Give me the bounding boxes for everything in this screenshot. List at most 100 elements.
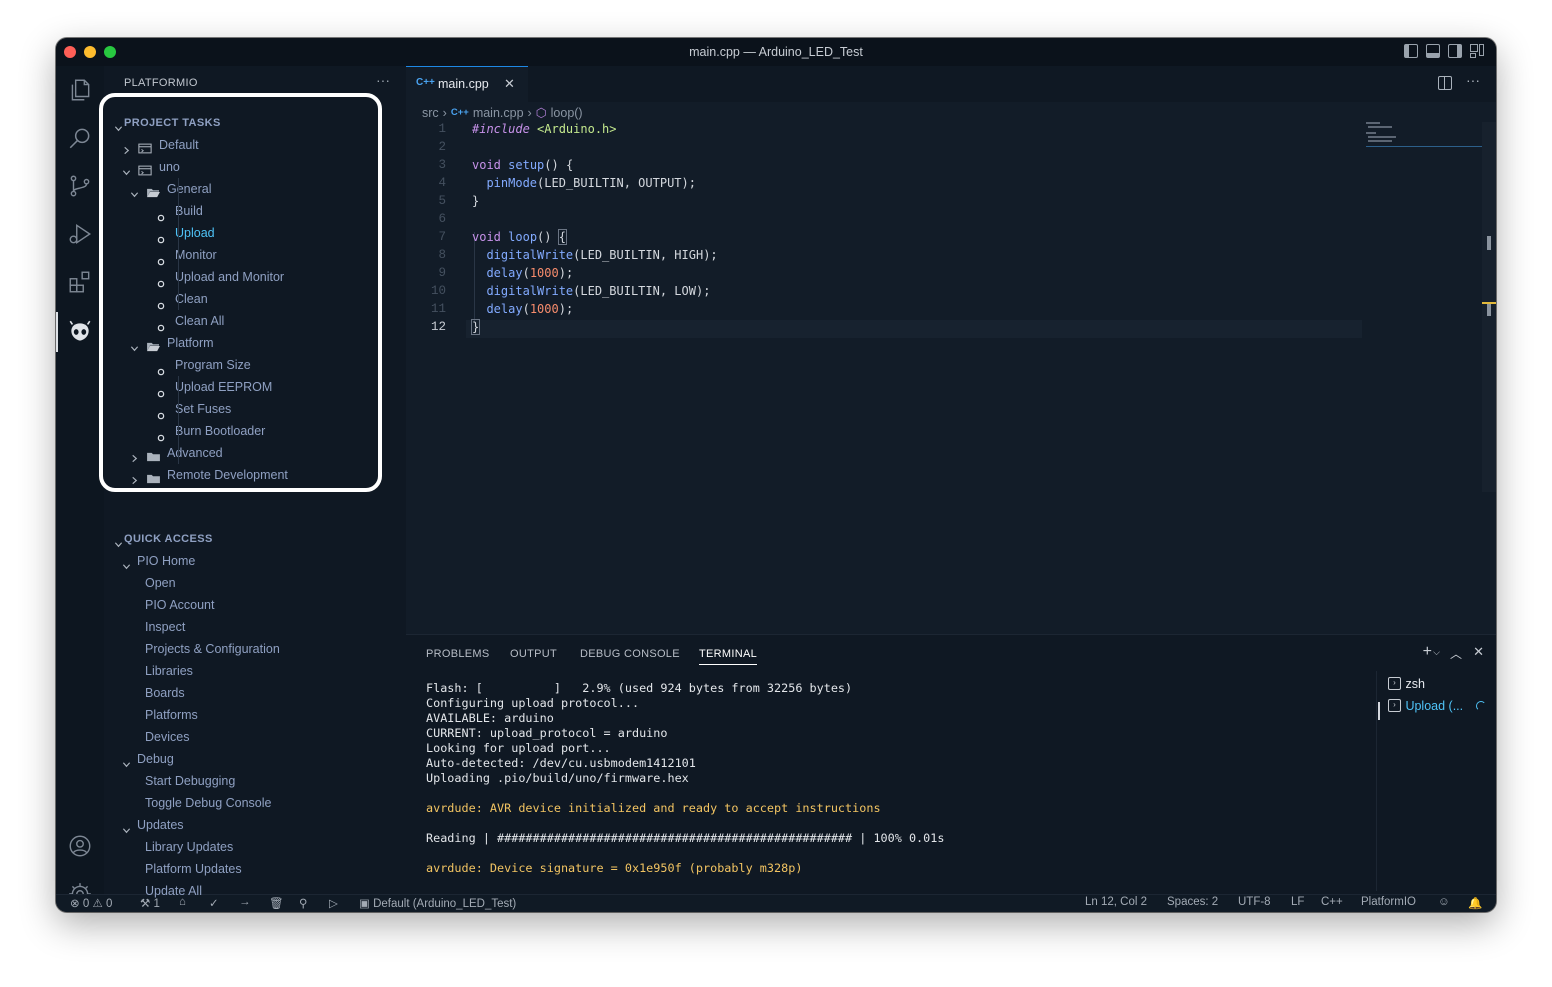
sidebar-more-actions-button[interactable]: ··· [376,72,390,88]
toggle-secondary-sidebar-icon[interactable] [1448,44,1462,58]
terminal-line: Looking for upload port... [426,741,611,755]
feedback-icon[interactable]: ☺ [1438,896,1450,908]
task-clean[interactable]: Clean [104,288,404,310]
section-quick-access[interactable]: QUICK ACCESS [104,528,404,550]
task-build[interactable]: Build [104,200,404,222]
search-icon[interactable] [64,122,96,154]
section-project-tasks[interactable]: PROJECT TASKS [104,112,404,134]
panel-tab-debug-console[interactable]: DEBUG CONSOLE [580,648,680,660]
line-number: 9 [438,266,446,280]
terminal-icon: › [1388,699,1401,713]
indentation-status[interactable]: Spaces: 2 [1167,896,1218,908]
quick-open-label: Open [145,576,176,590]
breadcrumb-symbol[interactable]: loop() [551,106,583,120]
group-updates[interactable]: Updates [104,814,404,836]
folder-general-label: General [167,182,212,196]
terminal-line: Flash: [ ] 2.9% (used 924 bytes from 322… [426,681,853,695]
terminal-line: CURRENT: upload_protocol = arduino [426,726,668,740]
quick-pio-account[interactable]: PIO Account [104,594,404,616]
panel-tab-problems[interactable]: PROBLEMS [426,648,490,660]
quick-update-all-label: Update All [145,884,202,898]
platformio-status[interactable]: PlatformIO [1361,896,1416,908]
extensions-icon[interactable] [64,266,96,298]
task-monitor[interactable]: Monitor [104,244,404,266]
task-program-size-label: Program Size [175,358,251,372]
encoding-status[interactable]: UTF-8 [1238,896,1271,908]
task-set-fuses[interactable]: Set Fuses [104,398,404,420]
quick-boards[interactable]: Boards [104,682,404,704]
env-default[interactable]: Default [104,134,404,156]
panel-tab-output[interactable]: OUTPUT [510,648,557,660]
quick-inspect[interactable]: Inspect [104,616,404,638]
quick-toggle-debug-console[interactable]: Toggle Debug Console [104,792,404,814]
run-and-debug-icon[interactable] [64,218,96,250]
tab-main-cpp[interactable]: C++ main.cpp ✕ [406,66,528,102]
source-control-icon[interactable] [64,170,96,202]
title-bar: main.cpp — Arduino_LED_Test [56,38,1496,66]
code-line: pinMode(LED_BUILTIN, OUTPUT); [486,176,696,190]
customize-layout-icon[interactable] [1470,44,1484,58]
eol-status[interactable]: LF [1291,896,1304,908]
close-tab-icon[interactable]: ✕ [504,76,515,92]
task-upload[interactable]: Upload [104,222,404,244]
task-upload-and-monitor[interactable]: Upload and Monitor [104,266,404,288]
editor-area: C++ main.cpp ✕ ··· src › C++ main.cpp › … [406,66,1496,634]
notifications-bell-icon[interactable]: 🔔 [1468,896,1482,910]
new-terminal-icon[interactable]: + [1423,643,1432,661]
folder-platform[interactable]: Platform [104,332,404,354]
breadcrumb-src[interactable]: src [422,106,439,120]
quick-update-all[interactable]: Update All [104,880,404,902]
quick-platforms[interactable]: Platforms [104,704,404,726]
quick-open[interactable]: Open [104,572,404,594]
task-upload-eeprom[interactable]: Upload EEPROM [104,376,404,398]
folder-icon [146,469,161,491]
terminal-item-upload[interactable]: › Upload (... [1388,697,1486,715]
folder-advanced[interactable]: Advanced [104,442,404,464]
language-mode[interactable]: C++ [1321,896,1343,908]
env-uno[interactable]: uno [104,156,404,178]
quick-library-updates[interactable]: Library Updates [104,836,404,858]
task-program-size[interactable]: Program Size [104,354,404,376]
toggle-panel-icon[interactable] [1426,44,1440,58]
folder-general[interactable]: General [104,178,404,200]
task-clean-all[interactable]: Clean All [104,310,404,332]
quick-toggle-debug-console-label: Toggle Debug Console [145,796,272,810]
group-pio-home-label: PIO Home [137,554,196,568]
terminal-line: Uploading .pio/build/uno/firmware.hex [426,771,689,785]
quick-library-updates-label: Library Updates [145,840,234,854]
env-default-label: Default [159,138,199,152]
close-panel-icon[interactable]: ✕ [1473,644,1484,660]
terminal-line: avrdude: Device signature = 0x1e950f (pr… [426,861,803,875]
group-pio-home[interactable]: PIO Home [104,550,404,572]
quick-platform-updates[interactable]: Platform Updates [104,858,404,880]
group-debug[interactable]: Debug [104,748,404,770]
folder-remote-development[interactable]: Remote Development [104,464,404,486]
terminal-line: Configuring upload protocol... [426,696,640,710]
breadcrumb-file[interactable]: main.cpp [473,106,524,120]
panel-tab-terminal[interactable]: TERMINAL [699,648,758,665]
quick-libraries[interactable]: Libraries [104,660,404,682]
chevron-down-icon[interactable]: ⌵ [1433,647,1440,658]
quick-projects-configuration[interactable]: Projects & Configuration [104,638,404,660]
terminal-item-zsh[interactable]: › zsh [1388,675,1425,693]
chevron-down-icon [122,754,131,768]
task-burn-bootloader[interactable]: Burn Bootloader [104,420,404,442]
code-line: delay(1000); [486,266,574,280]
platformio-alien-icon[interactable] [64,316,96,348]
editor-more-actions-icon[interactable]: ··· [1466,72,1480,88]
editor-scrollbar[interactable] [1482,122,1496,492]
explorer-icon[interactable] [64,74,96,106]
layout-controls [1404,44,1484,58]
maximize-panel-icon[interactable]: ︿ [1450,645,1462,662]
toggle-primary-sidebar-icon[interactable] [1404,44,1418,58]
accounts-icon[interactable] [64,830,96,862]
quick-start-debugging[interactable]: Start Debugging [104,770,404,792]
minimap[interactable] [1366,122,1484,148]
chevron-right-icon [122,140,130,155]
split-editor-icon[interactable] [1438,76,1452,90]
quick-devices[interactable]: Devices [104,726,404,748]
terminal-icon: › [1388,677,1401,691]
chevron-down-icon [114,118,123,132]
code-line: digitalWrite(LED_BUILTIN, HIGH); [486,248,718,262]
cursor-position[interactable]: Ln 12, Col 2 [1085,896,1147,908]
